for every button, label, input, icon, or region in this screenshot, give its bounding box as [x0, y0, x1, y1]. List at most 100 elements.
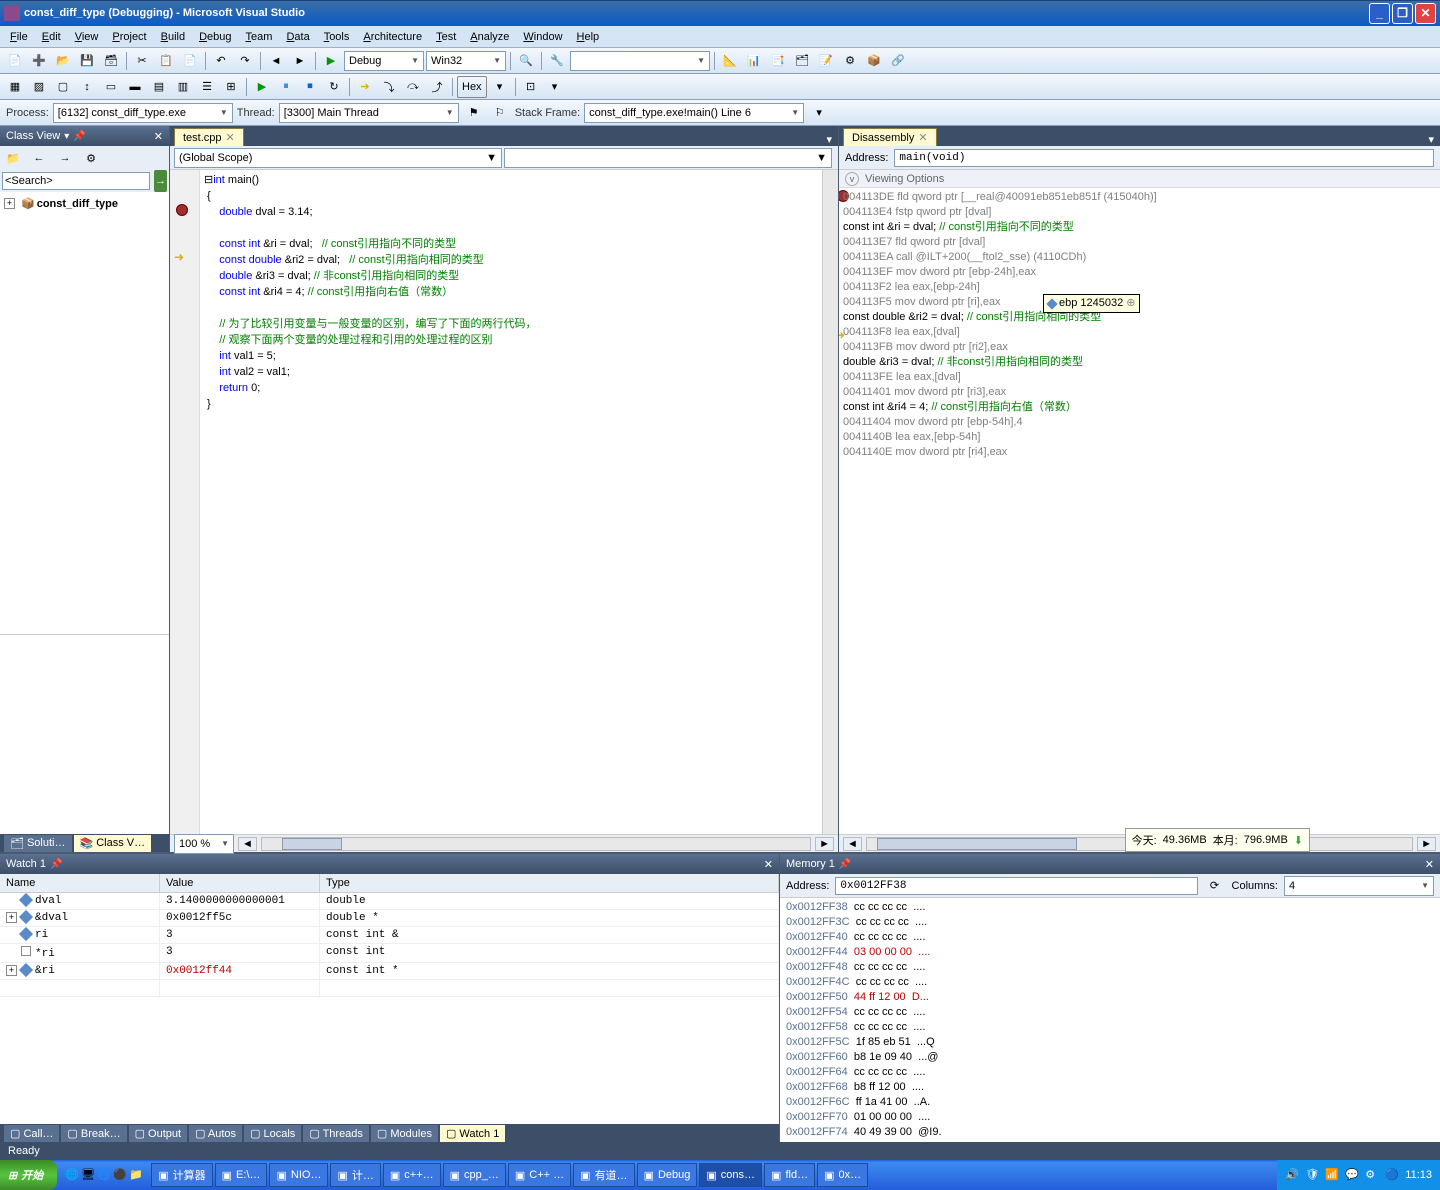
- mem-addr-input[interactable]: [835, 877, 1197, 895]
- member-combo[interactable]: ▼: [504, 148, 832, 168]
- pin-icon[interactable]: 📌: [73, 131, 85, 142]
- undo-icon[interactable]: ↶: [210, 50, 232, 72]
- mem-close-icon[interactable]: ✕: [1425, 858, 1434, 871]
- redo-icon[interactable]: ↷: [234, 50, 256, 72]
- taskbar-task[interactable]: ▣有道…: [573, 1163, 634, 1187]
- cv-new-folder-icon[interactable]: 📁: [2, 147, 24, 169]
- ext6-icon[interactable]: 📝: [815, 50, 837, 72]
- tray-4-icon[interactable]: 💬: [1345, 1168, 1359, 1182]
- editor-tab[interactable]: test.cpp ✕: [174, 128, 244, 146]
- menu-project[interactable]: Project: [106, 29, 152, 45]
- disasm-addr-input[interactable]: [894, 149, 1434, 167]
- taskbar-task[interactable]: ▣计算器: [151, 1163, 212, 1187]
- maximize-button[interactable]: ❐: [1392, 3, 1413, 24]
- mem-reeval-icon[interactable]: ⟳: [1204, 875, 1226, 897]
- disasm-tab[interactable]: Disassembly ✕: [843, 128, 937, 146]
- hex-btn[interactable]: Hex: [457, 76, 487, 98]
- watch-row[interactable]: ri3const int &: [0, 927, 779, 944]
- tb2-4-icon[interactable]: ↕: [76, 76, 98, 98]
- taskbar-task[interactable]: ▣0x…: [817, 1163, 868, 1187]
- start-button[interactable]: ⊞ 开始: [0, 1160, 57, 1190]
- taskbar-task[interactable]: ▣E:\…: [215, 1163, 268, 1187]
- thread-filter-icon[interactable]: ⚐: [489, 102, 511, 124]
- solution-tab[interactable]: 🗂 Soluti…: [4, 835, 72, 852]
- hscroll-left-icon[interactable]: ◄: [238, 837, 257, 851]
- sf-btn-icon[interactable]: ▾: [808, 102, 830, 124]
- editor-hscroll[interactable]: [261, 837, 811, 851]
- panel-close-icon[interactable]: ✕: [154, 130, 163, 143]
- editor-vscroll[interactable]: [822, 170, 838, 834]
- mem-cols-combo[interactable]: 4▼: [1284, 876, 1434, 896]
- menu-tools[interactable]: Tools: [318, 29, 356, 45]
- d-hscroll-right-icon[interactable]: ►: [1417, 837, 1436, 851]
- ext1-icon[interactable]: 🔧: [546, 50, 568, 72]
- d-hscroll-left-icon[interactable]: ◄: [843, 837, 862, 851]
- tb2-9-icon[interactable]: ☰: [196, 76, 218, 98]
- ext8-icon[interactable]: 📦: [863, 50, 885, 72]
- ext4-icon[interactable]: 📑: [767, 50, 789, 72]
- system-tray[interactable]: 🔊 🛡 📶 💬 ⚙ 🔵 11:13: [1277, 1160, 1440, 1190]
- cv-back-icon[interactable]: ←: [28, 147, 50, 169]
- step-into-icon[interactable]: ⤵: [378, 76, 400, 98]
- search-go-icon[interactable]: →: [154, 170, 167, 192]
- menu-architecture[interactable]: Architecture: [357, 29, 428, 45]
- thread-flag-icon[interactable]: ⚑: [463, 102, 485, 124]
- breakpoint-icon[interactable]: [176, 204, 188, 216]
- minimize-button[interactable]: _: [1369, 3, 1390, 24]
- thread-combo[interactable]: [3300] Main Thread▼: [279, 103, 459, 123]
- tb2-5-icon[interactable]: ▭: [100, 76, 122, 98]
- clock[interactable]: 11:13: [1405, 1169, 1432, 1181]
- ql-4-icon[interactable]: ⚫: [113, 1168, 127, 1182]
- tray-1-icon[interactable]: 🔊: [1285, 1168, 1299, 1182]
- code-editor[interactable]: ➜ ⊟int main() { double dval = 3.14; cons…: [170, 170, 838, 834]
- disasm-close-icon[interactable]: ✕: [918, 131, 927, 144]
- zoom-combo[interactable]: 100 %▼: [174, 834, 234, 854]
- dropdown-icon[interactable]: ▾: [64, 131, 69, 142]
- watch-row[interactable]: +&dval0x0012ff5cdouble *: [0, 910, 779, 927]
- ext2-icon[interactable]: 📐: [719, 50, 741, 72]
- watch-pin-icon[interactable]: 📌: [50, 859, 62, 870]
- add-item-icon[interactable]: ➕: [28, 50, 50, 72]
- ext5-icon[interactable]: 🗂: [791, 50, 813, 72]
- bottom-tab-watch1[interactable]: ▢ Watch 1: [440, 1125, 505, 1142]
- ext7-icon[interactable]: ⚙: [839, 50, 861, 72]
- process-combo[interactable]: [6132] const_diff_type.exe▼: [53, 103, 233, 123]
- nav-back-icon[interactable]: ◄: [265, 50, 287, 72]
- bottom-tab-modules[interactable]: ▢ Modules: [371, 1125, 438, 1142]
- menu-debug[interactable]: Debug: [193, 29, 237, 45]
- menu-help[interactable]: Help: [571, 29, 606, 45]
- taskbar-task[interactable]: ▣c++…: [383, 1163, 441, 1187]
- config-combo[interactable]: Debug▼: [344, 51, 424, 71]
- tab-close-icon[interactable]: ✕: [226, 131, 235, 144]
- tb2-6-icon[interactable]: ▬: [124, 76, 146, 98]
- copy-icon[interactable]: 📋: [155, 50, 177, 72]
- start-debug-icon[interactable]: ▶: [320, 50, 342, 72]
- menu-window[interactable]: Window: [517, 29, 568, 45]
- chevron-down-icon[interactable]: v: [845, 172, 859, 186]
- restart-icon[interactable]: ↻: [323, 76, 345, 98]
- tb2-7-icon[interactable]: ▤: [148, 76, 170, 98]
- new-project-icon[interactable]: 📄: [4, 50, 26, 72]
- bottom-tab-threads[interactable]: ▢ Threads: [303, 1125, 369, 1142]
- tray-3-icon[interactable]: 📶: [1325, 1168, 1339, 1182]
- watch-grid[interactable]: Name Value Type dval3.1400000000000001do…: [0, 874, 779, 1124]
- menu-data[interactable]: Data: [280, 29, 315, 45]
- watch-row[interactable]: +&ri0x0012ff44const int *: [0, 963, 779, 980]
- tree-root[interactable]: + 📦 const_diff_type: [4, 196, 165, 211]
- step-out-icon[interactable]: ⤴: [426, 76, 448, 98]
- tb2-y-icon[interactable]: ⊡: [520, 76, 542, 98]
- watch-col-name[interactable]: Name: [0, 874, 160, 892]
- watch-empty-row[interactable]: [0, 980, 779, 997]
- cut-icon[interactable]: ✂: [131, 50, 153, 72]
- mem-pin-icon[interactable]: 📌: [839, 859, 851, 870]
- watch-row[interactable]: dval3.1400000000000001double: [0, 893, 779, 910]
- taskbar-task[interactable]: ▣Debug: [637, 1163, 698, 1187]
- watch-col-type[interactable]: Type: [320, 874, 779, 892]
- class-view-header[interactable]: Class View ▾ 📌 ✕: [0, 126, 169, 146]
- find-icon[interactable]: 🔍: [515, 50, 537, 72]
- watch-col-value[interactable]: Value: [160, 874, 320, 892]
- taskbar-task[interactable]: ▣cons…: [699, 1163, 762, 1187]
- taskbar-task[interactable]: ▣fld…: [764, 1163, 815, 1187]
- tb2-z-icon[interactable]: ▾: [544, 76, 566, 98]
- ql-2-icon[interactable]: 🖥: [81, 1168, 95, 1182]
